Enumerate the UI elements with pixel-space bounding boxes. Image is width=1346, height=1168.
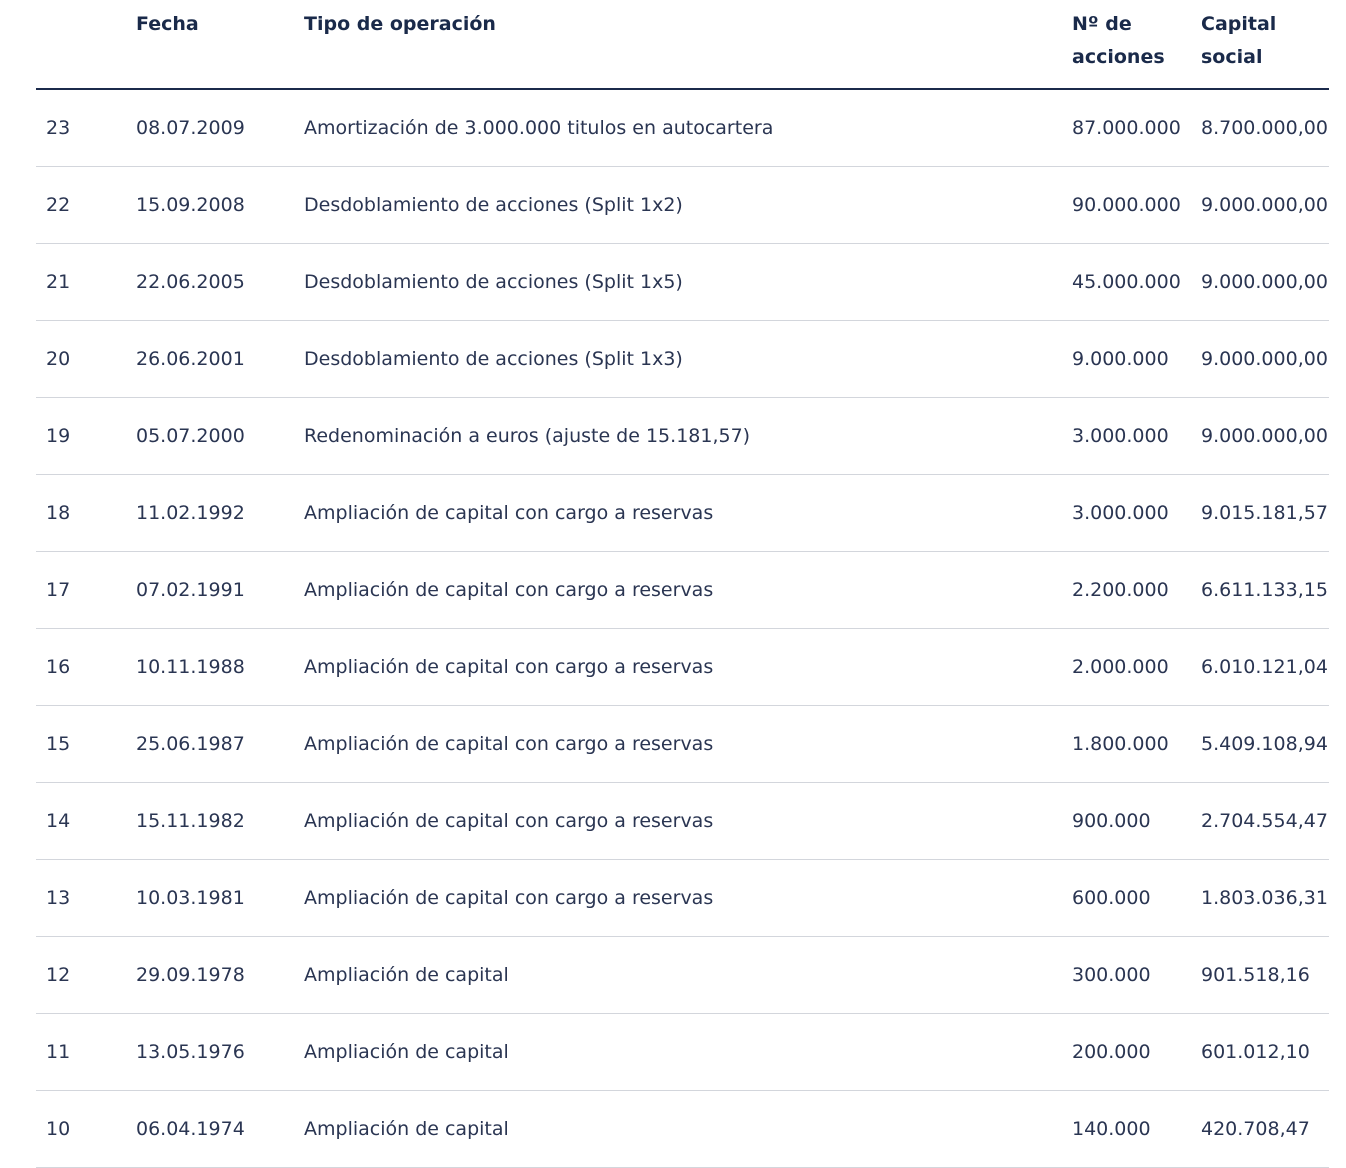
cell-date: 22.06.2005 xyxy=(136,243,304,321)
cell-shares: 45.000.000 xyxy=(1072,243,1201,321)
cell-capital: 420.708,47 xyxy=(1201,1090,1329,1168)
cell-number: 22 xyxy=(36,166,136,244)
cell-operation: Ampliación de capital con cargo a reserv… xyxy=(304,551,1072,629)
cell-capital: 9.000.000,00 xyxy=(1201,397,1329,475)
cell-capital: 601.012,10 xyxy=(1201,1013,1329,1091)
capital-history-table-container: Fecha Tipo de operación Nº de acciones C… xyxy=(36,0,1329,1168)
header-shares-line1: Nº de xyxy=(1072,13,1132,35)
cell-shares: 2.000.000 xyxy=(1072,628,1201,706)
cell-date: 10.03.1981 xyxy=(136,859,304,937)
header-capital: Capital social xyxy=(1201,0,1329,90)
cell-operation: Ampliación de capital con cargo a reserv… xyxy=(304,474,1072,552)
cell-date: 08.07.2009 xyxy=(136,89,304,167)
header-shares: Nº de acciones xyxy=(1072,0,1201,90)
cell-operation: Ampliación de capital con cargo a reserv… xyxy=(304,782,1072,860)
cell-number: 10 xyxy=(36,1090,136,1168)
header-date: Fecha xyxy=(136,0,304,90)
cell-date: 05.07.2000 xyxy=(136,397,304,475)
cell-operation: Desdoblamiento de acciones (Split 1x5) xyxy=(304,243,1072,321)
cell-shares: 3.000.000 xyxy=(1072,474,1201,552)
cell-date: 07.02.1991 xyxy=(136,551,304,629)
table-row: 22 15.09.2008 Desdoblamiento de acciones (… xyxy=(36,166,1329,244)
cell-date: 15.11.1982 xyxy=(136,782,304,860)
header-number xyxy=(36,0,136,90)
table-row: 17 07.02.1991 Ampliación de capital con ca… xyxy=(36,551,1329,629)
cell-shares: 90.000.000 xyxy=(1072,166,1201,244)
cell-operation: Amortización de 3.000.000 titulos en aut… xyxy=(304,89,1072,167)
cell-operation: Ampliación de capital xyxy=(304,936,1072,1014)
cell-capital: 2.704.554,47 xyxy=(1201,782,1329,860)
table-row: 10 06.04.1974 Ampliación de capital 140.000… xyxy=(36,1090,1329,1168)
cell-capital: 1.803.036,31 xyxy=(1201,859,1329,937)
cell-date: 15.09.2008 xyxy=(136,166,304,244)
cell-shares: 1.800.000 xyxy=(1072,705,1201,783)
cell-shares: 900.000 xyxy=(1072,782,1201,860)
table-row: 15 25.06.1987 Ampliación de capital con ca… xyxy=(36,705,1329,783)
table-row: 14 15.11.1982 Ampliación de capital con ca… xyxy=(36,782,1329,860)
cell-capital: 9.000.000,00 xyxy=(1201,320,1329,398)
cell-shares: 2.200.000 xyxy=(1072,551,1201,629)
cell-date: 26.06.2001 xyxy=(136,320,304,398)
cell-operation: Ampliación de capital con cargo a reserv… xyxy=(304,628,1072,706)
cell-shares: 600.000 xyxy=(1072,859,1201,937)
cell-number: 17 xyxy=(36,551,136,629)
header-row: Fecha Tipo de operación Nº de acciones C… xyxy=(36,0,1329,90)
cell-operation: Ampliación de capital con cargo a reserv… xyxy=(304,705,1072,783)
capital-history-table: Fecha Tipo de operación Nº de acciones C… xyxy=(36,0,1329,1168)
table-row: 16 10.11.1988 Ampliación de capital con ca… xyxy=(36,628,1329,706)
table-row: 21 22.06.2005 Desdoblamiento de acciones (… xyxy=(36,243,1329,321)
cell-operation: Desdoblamiento de acciones (Split 1x3) xyxy=(304,320,1072,398)
cell-capital: 8.700.000,00 xyxy=(1201,89,1329,167)
header-capital-line2: social xyxy=(1201,46,1263,68)
cell-number: 16 xyxy=(36,628,136,706)
cell-number: 20 xyxy=(36,320,136,398)
cell-date: 29.09.1978 xyxy=(136,936,304,1014)
cell-operation: Ampliación de capital xyxy=(304,1090,1072,1168)
cell-shares: 140.000 xyxy=(1072,1090,1201,1168)
cell-shares: 3.000.000 xyxy=(1072,397,1201,475)
table-row: 20 26.06.2001 Desdoblamiento de acciones (… xyxy=(36,320,1329,398)
cell-number: 15 xyxy=(36,705,136,783)
cell-number: 18 xyxy=(36,474,136,552)
cell-date: 11.02.1992 xyxy=(136,474,304,552)
cell-number: 21 xyxy=(36,243,136,321)
table-row: 13 10.03.1981 Ampliación de capital con ca… xyxy=(36,859,1329,937)
cell-shares: 9.000.000 xyxy=(1072,320,1201,398)
cell-number: 12 xyxy=(36,936,136,1014)
header-operation: Tipo de operación xyxy=(304,0,1072,90)
cell-shares: 87.000.000 xyxy=(1072,89,1201,167)
cell-capital: 9.000.000,00 xyxy=(1201,243,1329,321)
cell-operation: Ampliación de capital xyxy=(304,1013,1072,1091)
cell-number: 23 xyxy=(36,89,136,167)
cell-number: 11 xyxy=(36,1013,136,1091)
table-row: 19 05.07.2000 Redenominación a euros (ajus… xyxy=(36,397,1329,475)
table-row: 23 08.07.2009 Amortización de 3.000.000 ti… xyxy=(36,89,1329,167)
cell-capital: 901.518,16 xyxy=(1201,936,1329,1014)
table-row: 12 29.09.1978 Ampliación de capital 300.000… xyxy=(36,936,1329,1014)
cell-operation: Redenominación a euros (ajuste de 15.181… xyxy=(304,397,1072,475)
header-shares-line2: acciones xyxy=(1072,46,1165,68)
table-body: 23 08.07.2009 Amortización de 3.000.000 ti… xyxy=(36,89,1329,1168)
cell-date: 10.11.1988 xyxy=(136,628,304,706)
cell-number: 14 xyxy=(36,782,136,860)
cell-operation: Desdoblamiento de acciones (Split 1x2) xyxy=(304,166,1072,244)
table-row: 18 11.02.1992 Ampliación de capital con ca… xyxy=(36,474,1329,552)
table-header: Fecha Tipo de operación Nº de acciones C… xyxy=(36,0,1329,90)
cell-date: 06.04.1974 xyxy=(136,1090,304,1168)
cell-capital: 6.611.133,15 xyxy=(1201,551,1329,629)
header-capital-line1: Capital xyxy=(1201,13,1277,35)
cell-date: 13.05.1976 xyxy=(136,1013,304,1091)
cell-date: 25.06.1987 xyxy=(136,705,304,783)
cell-shares: 300.000 xyxy=(1072,936,1201,1014)
cell-number: 19 xyxy=(36,397,136,475)
cell-capital: 9.000.000,00 xyxy=(1201,166,1329,244)
cell-shares: 200.000 xyxy=(1072,1013,1201,1091)
cell-capital: 6.010.121,04 xyxy=(1201,628,1329,706)
cell-capital: 9.015.181,57 xyxy=(1201,474,1329,552)
cell-capital: 5.409.108,94 xyxy=(1201,705,1329,783)
cell-number: 13 xyxy=(36,859,136,937)
table-row: 11 13.05.1976 Ampliación de capital 200.000… xyxy=(36,1013,1329,1091)
cell-operation: Ampliación de capital con cargo a reserv… xyxy=(304,859,1072,937)
